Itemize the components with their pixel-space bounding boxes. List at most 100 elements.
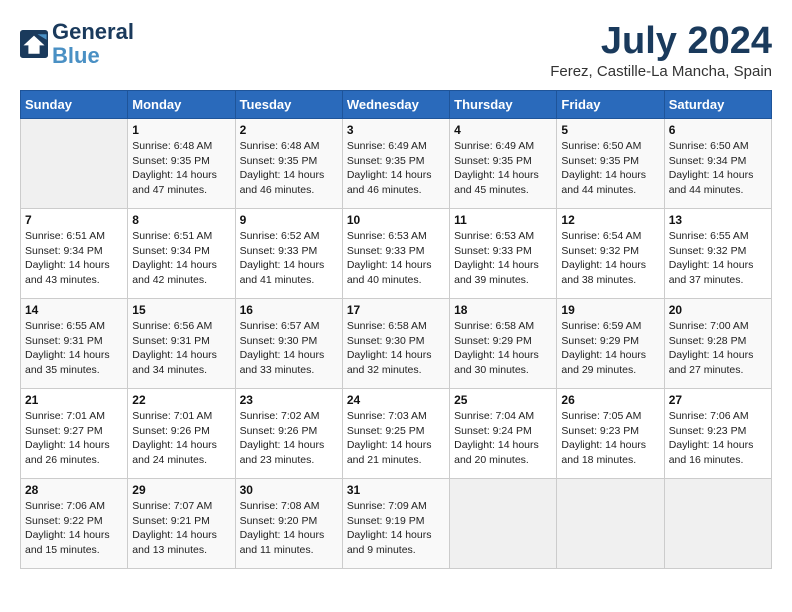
day-content: Sunrise: 7:00 AM Sunset: 9:28 PM Dayligh…: [669, 319, 767, 378]
day-number: 30: [240, 483, 338, 497]
day-number: 13: [669, 213, 767, 227]
day-number: 17: [347, 303, 445, 317]
logo: General Blue: [20, 20, 134, 68]
calendar-body: 1 Sunrise: 6:48 AM Sunset: 9:35 PM Daylig…: [21, 119, 772, 569]
day-number: 28: [25, 483, 123, 497]
day-content: Sunrise: 7:06 AM Sunset: 9:22 PM Dayligh…: [25, 499, 123, 558]
day-content: Sunrise: 6:52 AM Sunset: 9:33 PM Dayligh…: [240, 229, 338, 288]
day-number: 7: [25, 213, 123, 227]
calendar-cell: 16 Sunrise: 6:57 AM Sunset: 9:30 PM Dayli…: [235, 299, 342, 389]
weekday-header-sunday: Sunday: [21, 91, 128, 119]
calendar-cell: 21Sunrise: 7:01 AM Sunset: 9:27 PM Dayli…: [21, 389, 128, 479]
calendar-cell: 18Sunrise: 6:58 AM Sunset: 9:29 PM Dayli…: [450, 299, 557, 389]
calendar-cell: 12Sunrise: 6:54 AM Sunset: 9:32 PM Dayli…: [557, 209, 664, 299]
day-content: Sunrise: 6:50 AM Sunset: 9:35 PM Dayligh…: [561, 139, 659, 198]
calendar-cell: 30 Sunrise: 7:08 AM Sunset: 9:20 PM Dayli…: [235, 479, 342, 569]
calendar-cell: [21, 119, 128, 209]
weekday-header-saturday: Saturday: [664, 91, 771, 119]
day-content: Sunrise: 7:01 AM Sunset: 9:27 PM Dayligh…: [25, 409, 123, 468]
day-number: 25: [454, 393, 552, 407]
day-content: Sunrise: 6:55 AM Sunset: 9:31 PM Dayligh…: [25, 319, 123, 378]
calendar-cell: 29 Sunrise: 7:07 AM Sunset: 9:21 PM Dayli…: [128, 479, 235, 569]
day-content: Sunrise: 6:55 AM Sunset: 9:32 PM Dayligh…: [669, 229, 767, 288]
calendar-cell: [450, 479, 557, 569]
day-content: Sunrise: 7:05 AM Sunset: 9:23 PM Dayligh…: [561, 409, 659, 468]
calendar-cell: 19 Sunrise: 6:59 AM Sunset: 9:29 PM Dayli…: [557, 299, 664, 389]
day-number: 24: [347, 393, 445, 407]
calendar-cell: 27Sunrise: 7:06 AM Sunset: 9:23 PM Dayli…: [664, 389, 771, 479]
day-content: Sunrise: 6:57 AM Sunset: 9:30 PM Dayligh…: [240, 319, 338, 378]
day-content: Sunrise: 6:49 AM Sunset: 9:35 PM Dayligh…: [454, 139, 552, 198]
page-header: General Blue July 2024 Ferez, Castille-L…: [20, 20, 772, 80]
day-content: Sunrise: 6:53 AM Sunset: 9:33 PM Dayligh…: [347, 229, 445, 288]
day-content: Sunrise: 6:59 AM Sunset: 9:29 PM Dayligh…: [561, 319, 659, 378]
title-block: July 2024 Ferez, Castille-La Mancha, Spa…: [550, 20, 772, 80]
calendar-cell: [557, 479, 664, 569]
weekday-header-friday: Friday: [557, 91, 664, 119]
day-number: 15: [132, 303, 230, 317]
day-number: 27: [669, 393, 767, 407]
calendar-cell: 15 Sunrise: 6:56 AM Sunset: 9:31 PM Dayli…: [128, 299, 235, 389]
calendar-cell: 8 Sunrise: 6:51 AM Sunset: 9:34 PM Daylig…: [128, 209, 235, 299]
day-content: Sunrise: 6:53 AM Sunset: 9:33 PM Dayligh…: [454, 229, 552, 288]
calendar-cell: 23Sunrise: 7:02 AM Sunset: 9:26 PM Dayli…: [235, 389, 342, 479]
calendar-week-3: 14 Sunrise: 6:55 AM Sunset: 9:31 PM Dayli…: [21, 299, 772, 389]
day-content: Sunrise: 6:58 AM Sunset: 9:30 PM Dayligh…: [347, 319, 445, 378]
day-content: Sunrise: 6:51 AM Sunset: 9:34 PM Dayligh…: [25, 229, 123, 288]
day-number: 31: [347, 483, 445, 497]
calendar-table: SundayMondayTuesdayWednesdayThursdayFrid…: [20, 90, 772, 569]
calendar-cell: 13 Sunrise: 6:55 AM Sunset: 9:32 PM Dayli…: [664, 209, 771, 299]
calendar-cell: 11 Sunrise: 6:53 AM Sunset: 9:33 PM Dayli…: [450, 209, 557, 299]
day-number: 4: [454, 123, 552, 137]
day-number: 2: [240, 123, 338, 137]
calendar-cell: [664, 479, 771, 569]
day-content: Sunrise: 7:03 AM Sunset: 9:25 PM Dayligh…: [347, 409, 445, 468]
day-number: 9: [240, 213, 338, 227]
day-number: 11: [454, 213, 552, 227]
calendar-week-5: 28 Sunrise: 7:06 AM Sunset: 9:22 PM Dayli…: [21, 479, 772, 569]
weekday-header-wednesday: Wednesday: [342, 91, 449, 119]
weekday-header-tuesday: Tuesday: [235, 91, 342, 119]
day-number: 23: [240, 393, 338, 407]
day-number: 8: [132, 213, 230, 227]
calendar-cell: 14 Sunrise: 6:55 AM Sunset: 9:31 PM Dayli…: [21, 299, 128, 389]
day-number: 1: [132, 123, 230, 137]
calendar-cell: 1Sunrise: 6:48 AM Sunset: 9:35 PM Daylig…: [128, 119, 235, 209]
day-content: Sunrise: 7:01 AM Sunset: 9:26 PM Dayligh…: [132, 409, 230, 468]
calendar-cell: 17 Sunrise: 6:58 AM Sunset: 9:30 PM Dayli…: [342, 299, 449, 389]
weekday-header-monday: Monday: [128, 91, 235, 119]
logo-text: General Blue: [52, 20, 134, 68]
day-number: 14: [25, 303, 123, 317]
day-content: Sunrise: 6:51 AM Sunset: 9:34 PM Dayligh…: [132, 229, 230, 288]
day-content: Sunrise: 6:56 AM Sunset: 9:31 PM Dayligh…: [132, 319, 230, 378]
calendar-cell: 5 Sunrise: 6:50 AM Sunset: 9:35 PM Daylig…: [557, 119, 664, 209]
day-content: Sunrise: 7:08 AM Sunset: 9:20 PM Dayligh…: [240, 499, 338, 558]
calendar-cell: 10 Sunrise: 6:53 AM Sunset: 9:33 PM Dayli…: [342, 209, 449, 299]
day-number: 19: [561, 303, 659, 317]
day-content: Sunrise: 6:49 AM Sunset: 9:35 PM Dayligh…: [347, 139, 445, 198]
calendar-cell: 24 Sunrise: 7:03 AM Sunset: 9:25 PM Dayli…: [342, 389, 449, 479]
calendar-cell: 2 Sunrise: 6:48 AM Sunset: 9:35 PM Daylig…: [235, 119, 342, 209]
day-number: 12: [561, 213, 659, 227]
day-number: 20: [669, 303, 767, 317]
day-number: 5: [561, 123, 659, 137]
calendar-cell: 6Sunrise: 6:50 AM Sunset: 9:34 PM Daylig…: [664, 119, 771, 209]
calendar-week-1: 1 Sunrise: 6:48 AM Sunset: 9:35 PM Daylig…: [21, 119, 772, 209]
calendar-cell: 7 Sunrise: 6:51 AM Sunset: 9:34 PM Daylig…: [21, 209, 128, 299]
location: Ferez, Castille-La Mancha, Spain: [550, 63, 772, 80]
day-content: Sunrise: 7:09 AM Sunset: 9:19 PM Dayligh…: [347, 499, 445, 558]
calendar-cell: 26Sunrise: 7:05 AM Sunset: 9:23 PM Dayli…: [557, 389, 664, 479]
day-number: 29: [132, 483, 230, 497]
day-content: Sunrise: 7:07 AM Sunset: 9:21 PM Dayligh…: [132, 499, 230, 558]
day-number: 10: [347, 213, 445, 227]
logo-icon: [20, 30, 48, 58]
day-content: Sunrise: 7:04 AM Sunset: 9:24 PM Dayligh…: [454, 409, 552, 468]
calendar-cell: 25 Sunrise: 7:04 AM Sunset: 9:24 PM Dayli…: [450, 389, 557, 479]
day-number: 16: [240, 303, 338, 317]
day-content: Sunrise: 6:48 AM Sunset: 9:35 PM Dayligh…: [240, 139, 338, 198]
calendar-cell: 28 Sunrise: 7:06 AM Sunset: 9:22 PM Dayli…: [21, 479, 128, 569]
calendar-cell: 9 Sunrise: 6:52 AM Sunset: 9:33 PM Daylig…: [235, 209, 342, 299]
day-content: Sunrise: 6:58 AM Sunset: 9:29 PM Dayligh…: [454, 319, 552, 378]
day-number: 22: [132, 393, 230, 407]
calendar-cell: 4 Sunrise: 6:49 AM Sunset: 9:35 PM Daylig…: [450, 119, 557, 209]
